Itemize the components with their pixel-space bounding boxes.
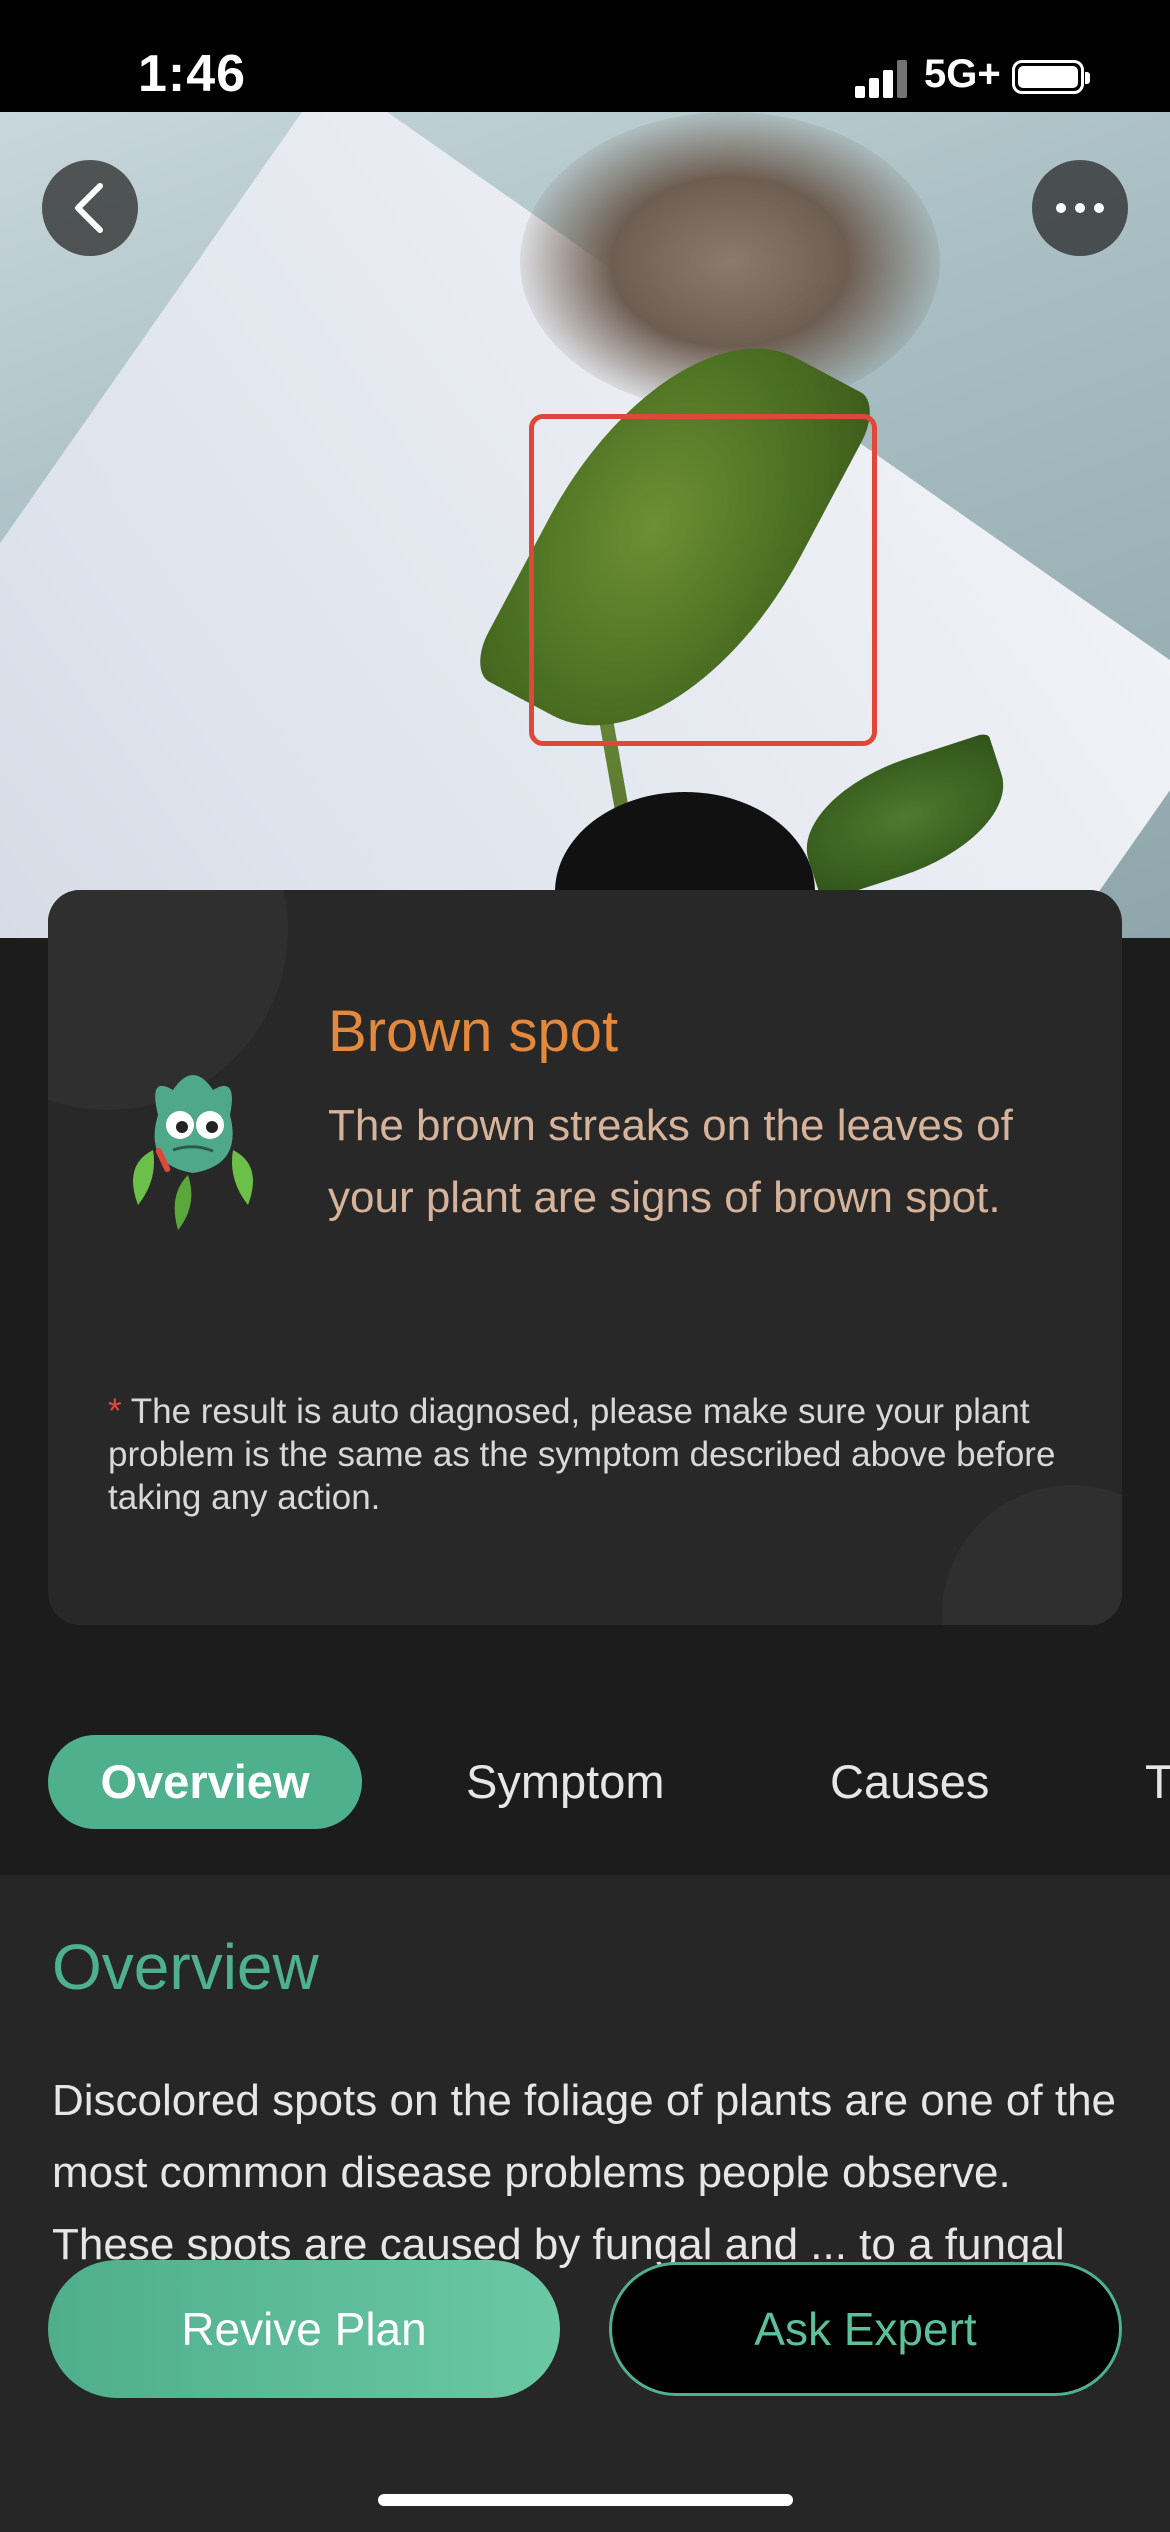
plant-photo <box>0 112 1170 938</box>
overview-section: Overview Discolored spots on the foliage… <box>0 1875 1170 2532</box>
tab-causes[interactable]: Causes <box>830 1735 989 1829</box>
diagnosis-disclaimer: * The result is auto diagnosed, please m… <box>108 1390 1068 1519</box>
more-horizontal-icon <box>1056 203 1104 213</box>
tab-next-partial[interactable]: T <box>1145 1735 1170 1829</box>
cellular-signal-icon <box>855 60 907 98</box>
more-options-button[interactable] <box>1032 160 1128 256</box>
disclaimer-marker: * <box>108 1392 122 1431</box>
revive-plan-button[interactable]: Revive Plan <box>48 2260 560 2398</box>
diagnosis-title: Brown spot <box>328 999 619 1064</box>
section-title: Overview <box>52 1931 319 2003</box>
tab-symptom[interactable]: Symptom <box>466 1735 665 1829</box>
tab-bar: Overview Symptom Causes T <box>0 1700 1170 1875</box>
back-button[interactable] <box>42 160 138 256</box>
tab-overview[interactable]: Overview <box>48 1735 362 1829</box>
detection-box <box>529 414 877 746</box>
network-type: 5G+ <box>924 52 1001 96</box>
diagnosis-description: The brown streaks on the leaves of your … <box>328 1101 1013 1222</box>
status-time: 1:46 <box>138 45 247 103</box>
status-bar: 1:46 5G+ <box>0 0 1170 112</box>
battery-icon <box>1012 60 1090 94</box>
ask-expert-button[interactable]: Ask Expert <box>609 2262 1122 2396</box>
diagnosis-card: Brown spot The brown streaks on the leav… <box>48 890 1122 1625</box>
chevron-left-icon <box>75 183 103 233</box>
sick-plant-mascot-icon <box>133 1075 253 1230</box>
disclaimer-text: The result is auto diagnosed, please mak… <box>108 1392 1056 1517</box>
home-indicator <box>378 2494 793 2506</box>
